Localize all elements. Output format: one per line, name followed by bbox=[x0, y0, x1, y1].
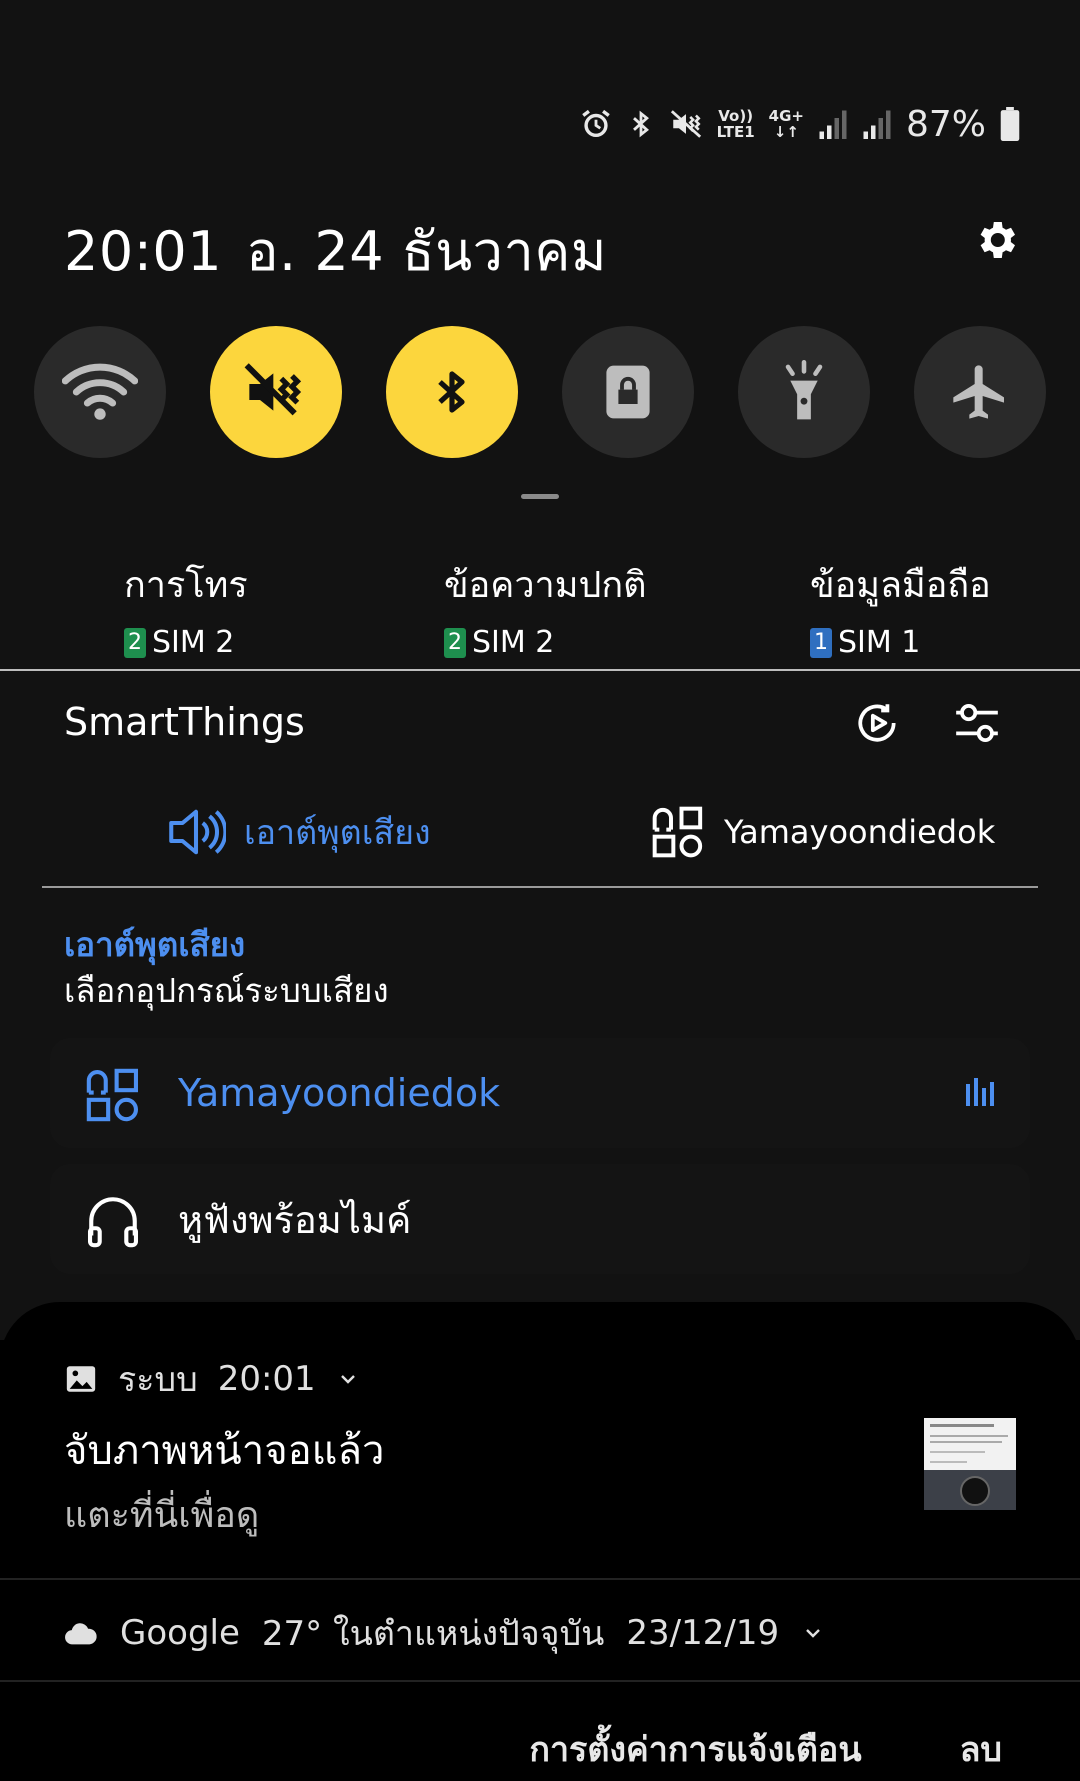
signal-icon bbox=[863, 110, 891, 139]
smartthings-tabs: เอาต์พุตเสียง Yamayoondiedok bbox=[42, 800, 1038, 888]
settings-sliders-icon[interactable] bbox=[952, 698, 1002, 748]
clock-date[interactable]: 20:01 อ. 24 ธันวาคม bbox=[64, 208, 631, 294]
sim-calls-label: การโทร bbox=[124, 565, 248, 606]
volte-label: Vo)) bbox=[718, 107, 754, 125]
sim-messages-label: ข้อความปกติ bbox=[444, 565, 647, 606]
quick-toggles bbox=[34, 326, 1046, 458]
notification-settings-button[interactable]: การตั้งค่าการแจ้งเตือน bbox=[529, 1722, 861, 1776]
notification-header: ระบบ 20:01 bbox=[64, 1352, 360, 1406]
bluetooth-icon bbox=[632, 110, 649, 138]
sim-messages[interactable]: ข้อความปกติ 2 SIM 2 bbox=[444, 556, 647, 660]
quick-panel: Vo))LTE1 4G+↓↑ 87% 20:01 อ. 24 ธันวาคม bbox=[0, 0, 1080, 1340]
tab-device[interactable]: Yamayoondiedok bbox=[650, 800, 995, 864]
notification-body: แตะที่นี่เพื่อดู bbox=[64, 1495, 260, 1536]
image-icon bbox=[66, 1366, 96, 1392]
sim-data[interactable]: ข้อมูลมือถือ 1 SIM 1 bbox=[810, 556, 991, 660]
sim-badge: 1 bbox=[810, 627, 832, 658]
volte-indicator: Vo)) LTE1 bbox=[717, 108, 755, 140]
notification-time: 20:01 bbox=[217, 1359, 316, 1399]
tab-audio-output[interactable]: เอาต์พุตเสียง bbox=[166, 800, 431, 864]
secure-folder-toggle[interactable] bbox=[562, 326, 694, 458]
weather-date: 23/12/19 bbox=[626, 1613, 780, 1653]
flashlight-icon bbox=[785, 360, 823, 420]
lte-label: LTE1 bbox=[716, 123, 755, 141]
airplane-icon bbox=[953, 365, 1004, 419]
network-type-label: 4G+ bbox=[768, 107, 804, 125]
divider bbox=[0, 669, 1080, 671]
chevron-down-icon[interactable] bbox=[336, 1367, 360, 1391]
media-output-icon[interactable] bbox=[852, 698, 902, 748]
equalizer-icon bbox=[966, 1078, 994, 1106]
alarm-icon bbox=[581, 109, 610, 138]
screenshot-thumbnail bbox=[924, 1418, 1016, 1510]
settings-gear-icon[interactable] bbox=[972, 216, 1020, 264]
sim-data-value: SIM 1 bbox=[838, 625, 921, 660]
device-name: หูฟังพร้อมไมค์ bbox=[178, 1197, 412, 1242]
bluetooth-icon bbox=[438, 371, 465, 413]
sim-badge: 2 bbox=[444, 627, 466, 658]
tab-device-label: Yamayoondiedok bbox=[724, 813, 996, 851]
notification-weather[interactable]: Google 27° ในตำแหน่งปัจจุบัน 23/12/19 bbox=[64, 1606, 825, 1660]
signal-icon bbox=[819, 110, 847, 139]
battery-icon bbox=[1000, 107, 1020, 141]
flashlight-toggle[interactable] bbox=[738, 326, 870, 458]
devices-icon bbox=[86, 1068, 139, 1122]
notification-title: จับภาพหน้าจอแล้ว bbox=[64, 1428, 385, 1474]
mute-toggle[interactable] bbox=[210, 326, 342, 458]
tab-audio-output-label: เอาต์พุตเสียง bbox=[244, 813, 431, 853]
divider bbox=[0, 1578, 1080, 1580]
devices-icon bbox=[652, 806, 703, 858]
device-item-yamayoondiedok[interactable]: Yamayoondiedok bbox=[50, 1038, 1030, 1148]
chevron-down-icon[interactable] bbox=[801, 1621, 825, 1645]
sim-messages-value: SIM 2 bbox=[472, 625, 555, 660]
speaker-icon bbox=[169, 809, 226, 855]
date-label: อ. 24 ธันวาคม bbox=[246, 220, 608, 283]
sim-preferences: การโทร 2 SIM 2 ข้อความปกติ 2 SIM 2 ข้อมูลม… bbox=[0, 556, 1080, 666]
notification-actions: การตั้งค่าการแจ้งเตือน ลบ bbox=[529, 1722, 1002, 1776]
sim-calls[interactable]: การโทร 2 SIM 2 bbox=[124, 556, 248, 660]
battery-percent: 87% bbox=[905, 103, 986, 145]
bluetooth-toggle[interactable] bbox=[386, 326, 518, 458]
status-bar: Vo)) LTE1 4G+ ↓↑ 87% bbox=[579, 100, 1020, 148]
weather-summary: 27° ในตำแหน่งปัจจุบัน bbox=[261, 1614, 605, 1654]
clock-time: 20:01 bbox=[64, 220, 223, 283]
wifi-icon bbox=[62, 363, 138, 420]
device-item-headset[interactable]: หูฟังพร้อมไมค์ bbox=[50, 1164, 1030, 1274]
smartthings-title: SmartThings bbox=[64, 700, 305, 744]
notification-app: ระบบ bbox=[118, 1360, 198, 1400]
sim-calls-value: SIM 2 bbox=[152, 625, 235, 660]
divider bbox=[0, 1680, 1080, 1682]
device-name: Yamayoondiedok bbox=[178, 1071, 501, 1115]
panel-drag-handle[interactable] bbox=[521, 494, 559, 499]
cloud-icon bbox=[65, 1623, 97, 1645]
notification-list: ระบบ 20:01 จับภาพหน้าจอแล้ว แตะที่นี่เพื… bbox=[0, 1302, 1080, 1781]
mute-vibrate-icon bbox=[670, 110, 701, 138]
network-indicator: 4G+ ↓↑ bbox=[769, 108, 804, 140]
audio-output-subtitle: เลือกอุปกรณ์ระบบเสียง bbox=[64, 971, 389, 1010]
mute-icon bbox=[244, 363, 302, 416]
airplane-toggle[interactable] bbox=[914, 326, 1046, 458]
wifi-toggle[interactable] bbox=[34, 326, 166, 458]
sim-badge: 2 bbox=[124, 627, 146, 658]
headphones-icon bbox=[87, 1197, 139, 1248]
clear-button[interactable]: ลบ bbox=[960, 1722, 1002, 1776]
sim-data-label: ข้อมูลมือถือ bbox=[810, 565, 991, 606]
data-arrows-icon: ↓↑ bbox=[773, 123, 799, 141]
lock-folder-icon bbox=[606, 365, 650, 419]
weather-app: Google bbox=[120, 1613, 240, 1653]
